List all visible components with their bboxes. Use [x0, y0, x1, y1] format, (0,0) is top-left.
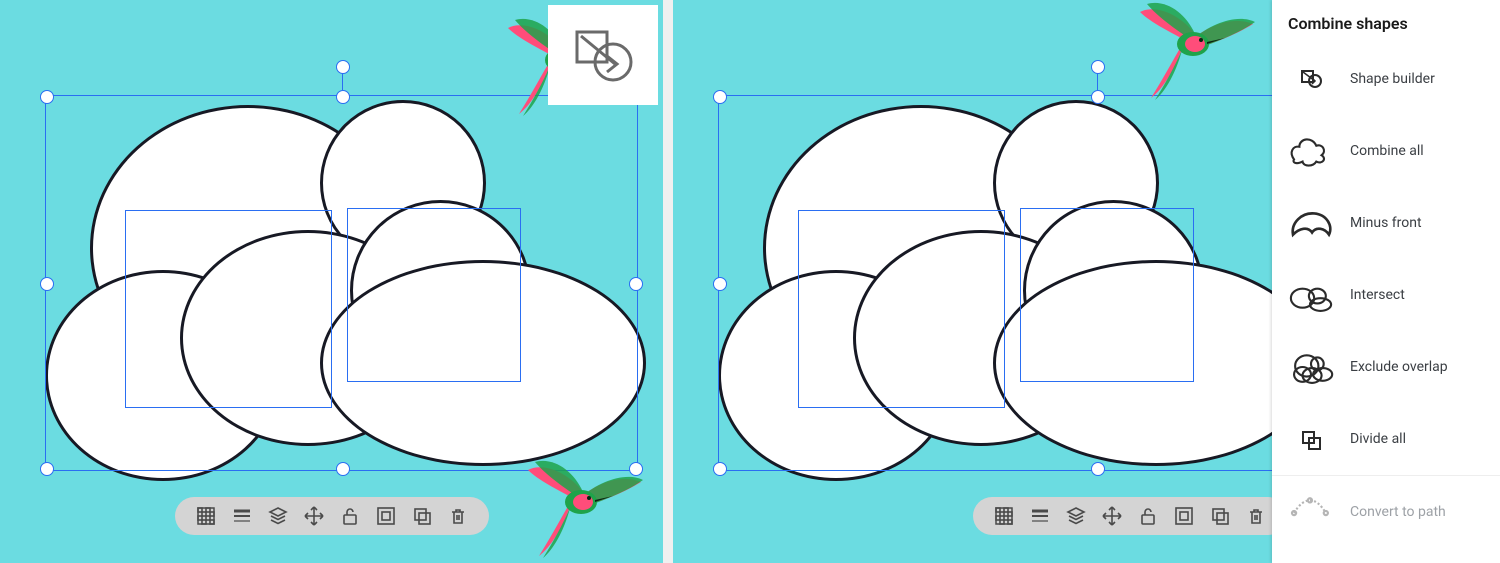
context-toolbar [973, 497, 1287, 535]
handle-tc[interactable] [336, 90, 350, 104]
divide-all-icon [1288, 419, 1334, 459]
arrange-button[interactable] [267, 505, 289, 527]
minus-front-icon [1288, 203, 1334, 243]
transparency-button[interactable] [195, 505, 217, 527]
lock-button[interactable] [339, 505, 361, 527]
context-toolbar [175, 497, 489, 535]
canvas-right[interactable]: Combine shapes Shape builder Combine all M… [673, 0, 1500, 563]
panel-item-label: Exclude overlap [1350, 359, 1448, 375]
panel-item-label: Convert to path [1350, 504, 1446, 520]
panel-item-label: Combine all [1350, 143, 1424, 159]
arrange-button[interactable] [1065, 505, 1087, 527]
handle-ml[interactable] [40, 277, 54, 291]
panel-item-label: Minus front [1350, 215, 1422, 231]
combine-shapes-panel: Combine shapes Shape builder Combine all M… [1272, 0, 1500, 563]
handle-br[interactable] [629, 462, 643, 476]
handle-mr[interactable] [629, 277, 643, 291]
shape-builder-icon [1288, 59, 1334, 99]
handle-bl[interactable] [713, 462, 727, 476]
lock-button[interactable] [1137, 505, 1159, 527]
ellipse-5[interactable] [320, 260, 646, 466]
panel-item-divide-all[interactable]: Divide all [1272, 403, 1500, 475]
combine-all-icon [1288, 131, 1334, 171]
canvas-left[interactable] [0, 0, 663, 563]
handle-rotate[interactable] [1091, 60, 1105, 74]
duplicate-button[interactable] [411, 505, 433, 527]
ellipse-5[interactable] [993, 260, 1319, 466]
group-button[interactable] [375, 505, 397, 527]
move-button[interactable] [1101, 505, 1123, 527]
handle-bc[interactable] [1091, 462, 1105, 476]
delete-button[interactable] [447, 505, 469, 527]
group-button[interactable] [1173, 505, 1195, 527]
panel-item-label: Divide all [1350, 431, 1406, 447]
panel-item-minus-front[interactable]: Minus front [1272, 187, 1500, 259]
hummingbird-top [1135, 0, 1265, 109]
intersect-icon [1288, 275, 1334, 315]
panel-item-exclude-overlap[interactable]: Exclude overlap [1272, 331, 1500, 403]
handle-bc[interactable] [336, 462, 350, 476]
handle-tl[interactable] [713, 90, 727, 104]
stroke-weight-button[interactable] [1029, 505, 1051, 527]
move-button[interactable] [303, 505, 325, 527]
handle-tl[interactable] [40, 90, 54, 104]
delete-button[interactable] [1245, 505, 1267, 527]
panel-item-label: Intersect [1350, 287, 1405, 303]
exclude-overlap-icon [1288, 347, 1334, 387]
stroke-weight-button[interactable] [231, 505, 253, 527]
handle-ml[interactable] [713, 277, 727, 291]
hummingbird-bottom [523, 452, 653, 563]
duplicate-button[interactable] [1209, 505, 1231, 527]
panel-item-shape-builder[interactable]: Shape builder [1272, 43, 1500, 115]
handle-rotate[interactable] [336, 60, 350, 74]
shape-builder-hint [548, 5, 658, 105]
handle-bl[interactable] [40, 462, 54, 476]
panel-item-combine-all[interactable]: Combine all [1272, 115, 1500, 187]
panel-title: Combine shapes [1272, 0, 1500, 43]
transparency-button[interactable] [993, 505, 1015, 527]
panel-item-convert-to-path: Convert to path [1272, 475, 1500, 548]
convert-to-path-icon [1288, 492, 1334, 532]
panel-item-intersect[interactable]: Intersect [1272, 259, 1500, 331]
panel-item-label: Shape builder [1350, 71, 1435, 87]
